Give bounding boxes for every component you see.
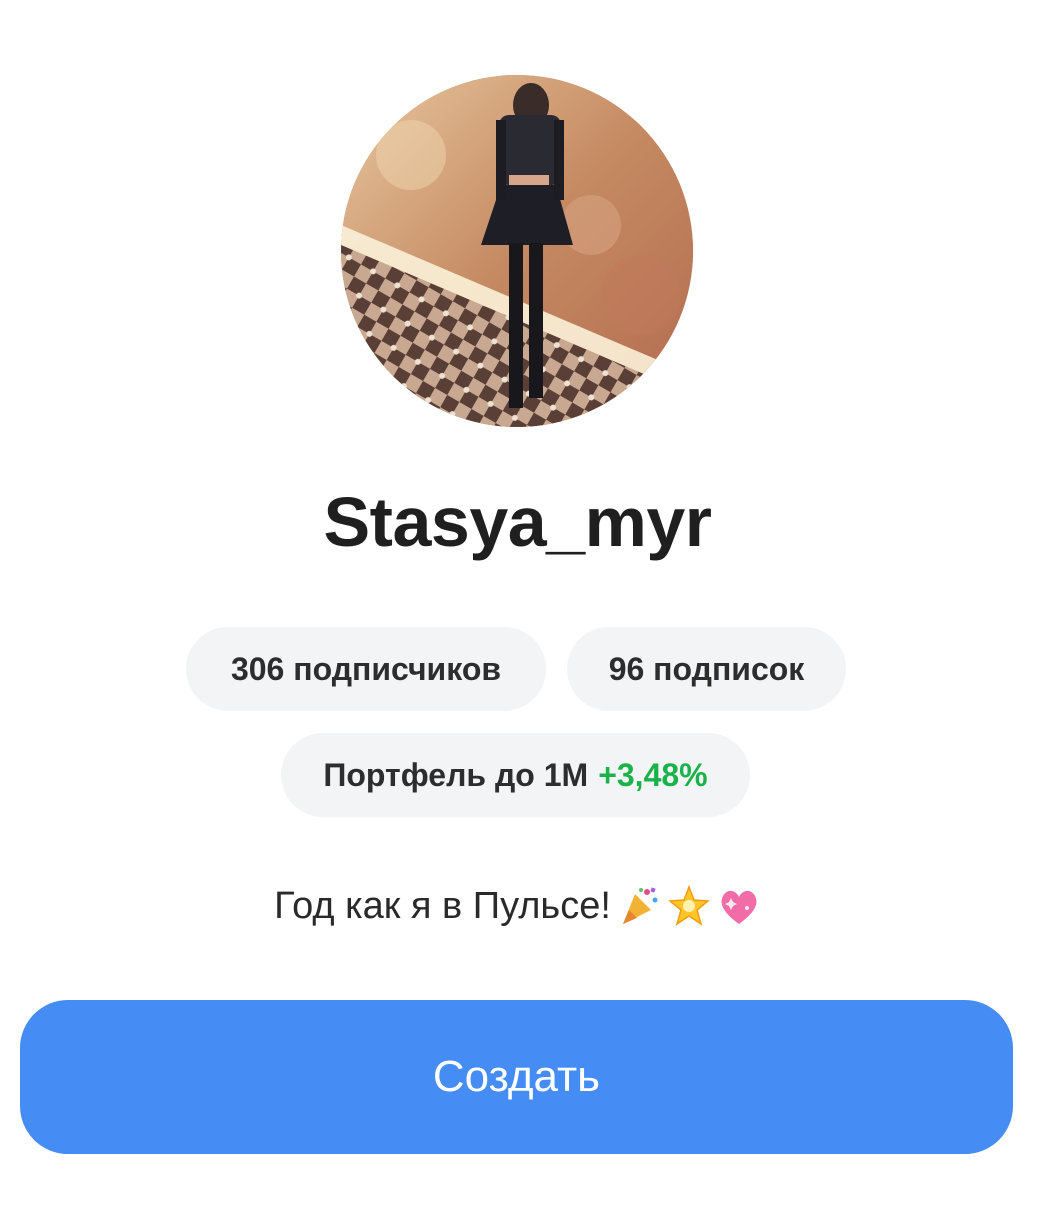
profile-bio: Год как я в Пульсе! — [0, 884, 1035, 928]
username: Stasya_myr — [323, 483, 712, 561]
following-count-label: 96 подписок — [608, 650, 805, 687]
create-button[interactable]: Создать — [20, 1000, 1013, 1154]
avatar-photo — [341, 75, 693, 427]
portfolio-label: Портфель до 1М — [323, 756, 589, 793]
bio-text: Год как я в Пульсе! — [274, 884, 611, 927]
party-popper-icon — [617, 884, 661, 928]
glowing-star-icon — [667, 884, 711, 928]
followers-count-label: 306 подписчиков — [230, 650, 502, 687]
following-count-button[interactable]: 96 подписок — [567, 627, 846, 711]
portfolio-change: +3,48% — [598, 756, 708, 793]
portfolio-button[interactable]: Портфель до 1М +3,48% — [281, 733, 750, 817]
followers-count-button[interactable]: 306 подписчиков — [186, 627, 546, 711]
sparkling-heart-icon — [717, 884, 761, 928]
avatar[interactable] — [341, 75, 693, 427]
